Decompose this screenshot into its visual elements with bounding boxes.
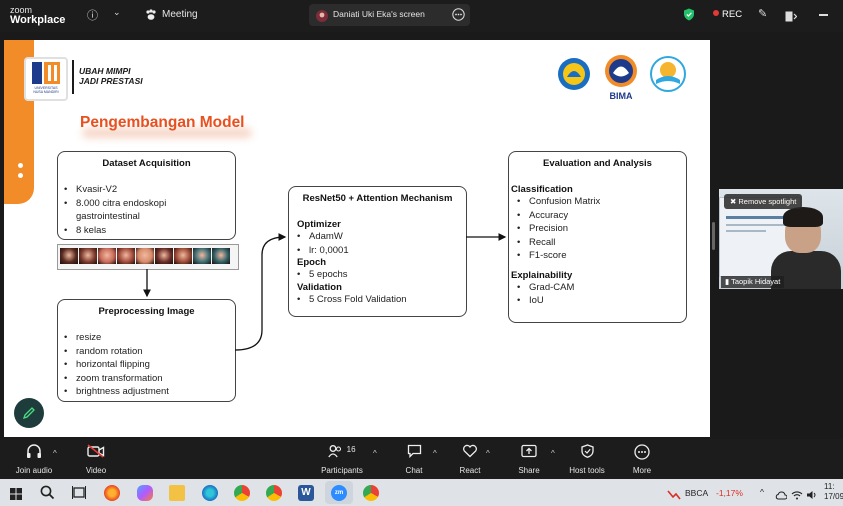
- participant-hair: [783, 207, 823, 227]
- task-view-icon[interactable]: [72, 486, 86, 504]
- windows-start-icon[interactable]: [10, 487, 22, 505]
- heart-icon: [455, 439, 485, 466]
- signal-icon: ▮: [725, 277, 730, 286]
- meeting-label: Meeting: [162, 9, 198, 20]
- shared-slide: UNIVERSITAS NUSA MANDIRI UBAH MIMPI JADI…: [4, 40, 710, 437]
- chevron-down-icon[interactable]: ⌄: [113, 7, 121, 18]
- share-caret-icon[interactable]: ^: [551, 449, 555, 458]
- screen-share-banner[interactable]: Daniati Uki Eka's screen: [309, 4, 470, 26]
- meeting-toolbar: Join audio ^ Video 16 Participants ^ Cha…: [0, 439, 843, 479]
- zoom-app-icon[interactable]: zm: [331, 485, 347, 501]
- minimize-icon[interactable]: [819, 14, 828, 16]
- audio-options-caret-icon[interactable]: ^: [53, 449, 57, 458]
- stock-ticker[interactable]: BBCA: [685, 488, 708, 498]
- search-icon[interactable]: [40, 485, 55, 505]
- stock-trend-icon: [667, 487, 681, 505]
- tray-expand-icon[interactable]: ^: [760, 487, 764, 497]
- chat-icon: [400, 439, 428, 466]
- share-banner-text: Daniati Uki Eka's screen: [333, 9, 425, 19]
- pencil-icon: [22, 407, 35, 420]
- view-layout-icon[interactable]: [785, 9, 798, 27]
- info-icon[interactable]: ⓘ: [87, 7, 98, 23]
- annotate-button[interactable]: [14, 398, 44, 428]
- cloud-sync-icon[interactable]: [775, 487, 788, 505]
- meeting-paw-icon: [145, 8, 157, 26]
- participants-icon: 16: [320, 439, 364, 466]
- chat-caret-icon[interactable]: ^: [433, 449, 437, 458]
- host-shield-icon: [567, 439, 607, 466]
- participants-caret-icon[interactable]: ^: [373, 449, 377, 458]
- spotlight-video-tile[interactable]: ✖ Remove spotlight ▮ Taopik Hidayat: [719, 189, 843, 289]
- zoom-workplace-logo: zoom Workplace: [10, 5, 66, 26]
- pen-annotate-icon[interactable]: ✎: [758, 7, 767, 20]
- participant-name-label: ▮ Taopik Hidayat: [721, 276, 785, 288]
- chat-button[interactable]: Chat: [400, 439, 428, 479]
- chrome-app-icon[interactable]: [363, 485, 379, 501]
- more-icon: [627, 439, 657, 466]
- copilot-icon[interactable]: [137, 485, 153, 501]
- shield-icon[interactable]: [683, 8, 695, 26]
- word-icon[interactable]: W: [298, 485, 314, 501]
- windows-taskbar: W zm BBCA -1,17% ^ 11: 17/09: [0, 479, 843, 506]
- more-options-icon[interactable]: [452, 8, 465, 26]
- participants-button[interactable]: 16 Participants: [320, 439, 364, 479]
- participants-count: 16: [346, 445, 356, 454]
- headphones-icon: [10, 439, 58, 466]
- share-screen-icon: [514, 439, 544, 466]
- panel-resize-handle[interactable]: [712, 222, 715, 250]
- chrome-icon[interactable]: [234, 485, 250, 501]
- host-tools-button[interactable]: Host tools: [567, 439, 607, 479]
- arrow-preprocessing-to-model: [234, 233, 287, 351]
- volume-icon[interactable]: [806, 487, 818, 505]
- flow-arrows: [143, 233, 507, 351]
- more-button[interactable]: More: [627, 439, 657, 479]
- video-button[interactable]: Video: [76, 439, 116, 479]
- firefox-icon[interactable]: [104, 485, 120, 501]
- chrome-profile-icon[interactable]: [266, 485, 282, 501]
- react-caret-icon[interactable]: ^: [486, 449, 490, 458]
- react-button[interactable]: React: [455, 439, 485, 479]
- system-clock[interactable]: 11: 17/09: [824, 482, 843, 502]
- recording-indicator[interactable]: REC: [713, 9, 742, 20]
- remove-spotlight-button[interactable]: ✖ Remove spotlight: [724, 194, 803, 209]
- wifi-icon[interactable]: [791, 487, 803, 505]
- sharer-avatar-icon: [316, 9, 328, 27]
- edge-icon[interactable]: [202, 485, 218, 501]
- stock-change: -1,17%: [716, 488, 743, 498]
- zoom-title-bar: zoom Workplace ⓘ ⌄ Meeting Daniati Uki E…: [0, 0, 843, 32]
- video-off-icon: [76, 439, 116, 466]
- share-button[interactable]: Share: [514, 439, 544, 479]
- file-explorer-icon[interactable]: [169, 485, 185, 501]
- join-audio-button[interactable]: Join audio: [10, 439, 58, 479]
